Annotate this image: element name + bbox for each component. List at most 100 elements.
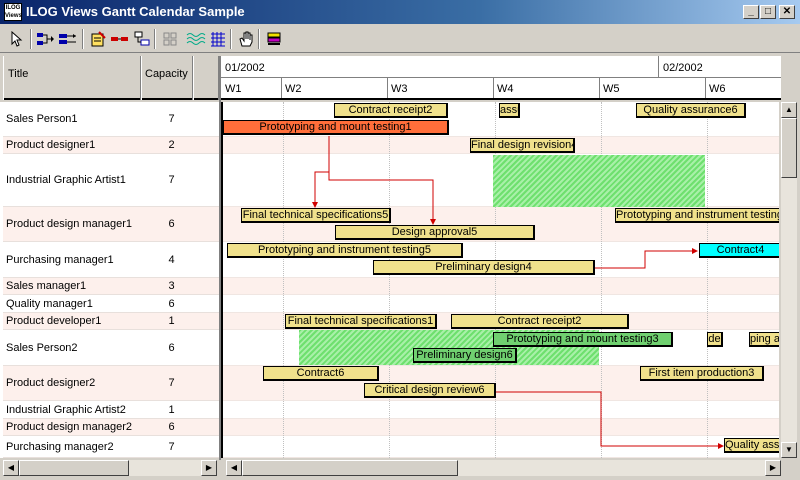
table-row[interactable]: Product developer1 1 — [3, 313, 219, 330]
row-title: Sales Person1 — [6, 113, 78, 125]
table-row[interactable]: Product designer2 7 — [3, 366, 219, 401]
table-row[interactable]: Purchasing manager1 4 — [3, 242, 219, 278]
activity-bar[interactable]: Preliminary design4 — [373, 260, 595, 275]
row-capacity: 7 — [168, 377, 175, 389]
unlink-icon[interactable] — [56, 28, 80, 50]
scroll-down-button[interactable]: ▼ — [781, 442, 797, 458]
tree-icon[interactable] — [130, 28, 154, 50]
gantt-horizontal-scrollbar[interactable]: ◀ ▶ — [226, 460, 781, 476]
select-arrow-icon[interactable] — [4, 28, 28, 50]
scroll-up-button[interactable]: ▲ — [781, 102, 797, 118]
activity-bar[interactable]: Final design revision4 — [470, 138, 575, 153]
row-icon[interactable] — [108, 28, 132, 50]
table-row[interactable]: Industrial Graphic Artist2 1 — [3, 401, 219, 419]
activity-bar[interactable]: Quality assu — [724, 438, 779, 453]
row-capacity: 6 — [168, 421, 175, 433]
table-row[interactable]: Sales Person2 6 — [3, 330, 219, 366]
activity-bar[interactable]: Contract6 — [263, 366, 379, 381]
toolbar-separator — [154, 29, 156, 49]
wave-icon[interactable] — [184, 28, 208, 50]
activity-bar[interactable]: First item production3 — [640, 366, 764, 381]
row-title: Product design manager2 — [6, 421, 132, 433]
scroll-right-button[interactable]: ▶ — [201, 460, 217, 476]
row-capacity: 7 — [168, 174, 175, 186]
row-title: Purchasing manager2 — [6, 441, 114, 453]
activity-bar[interactable]: assu — [499, 103, 520, 118]
vertical-scrollbar[interactable]: ▲ ▼ — [781, 102, 797, 458]
week-divider — [281, 78, 282, 98]
activity-bar[interactable]: Contract receipt2 — [334, 103, 448, 118]
table-row[interactable]: Product design manager1 6 — [3, 207, 219, 242]
toolbar — [0, 25, 800, 53]
activity-bar[interactable]: Preliminary design6 — [413, 348, 517, 363]
toolbar-separator — [30, 29, 32, 49]
row-capacity: 4 — [168, 254, 175, 266]
activity-bar[interactable]: ping an — [749, 332, 779, 347]
row-title: Purchasing manager1 — [6, 254, 114, 266]
scroll-thumb[interactable] — [242, 460, 458, 476]
activity-bar[interactable]: Final technical specifications5 — [241, 208, 391, 223]
title-bar[interactable]: ILOG Views ILOG Views Gantt Calendar Sam… — [0, 0, 800, 24]
row-title: Sales Person2 — [6, 342, 78, 354]
week-divider — [705, 78, 706, 98]
activity-bar[interactable]: Quality assurance6 — [636, 103, 746, 118]
table-row[interactable]: Product design manager2 6 — [3, 419, 219, 436]
month-divider — [658, 56, 659, 78]
link-icon[interactable] — [34, 28, 58, 50]
activity-bar[interactable]: Final technical specifications1 — [285, 314, 437, 329]
month-label: 02/2002 — [663, 62, 703, 74]
scroll-left-button[interactable]: ◀ — [226, 460, 242, 476]
close-button[interactable]: ✕ — [779, 5, 795, 19]
row-capacity: 6 — [168, 298, 175, 310]
row-title: Industrial Graphic Artist1 — [6, 174, 126, 186]
activity-bar[interactable]: de — [707, 332, 723, 347]
table-row[interactable]: Quality manager1 6 — [3, 295, 219, 313]
week-label: W5 — [603, 83, 620, 95]
activity-bar[interactable]: Critical design review6 — [364, 383, 496, 398]
minimize-button[interactable]: _ — [743, 5, 759, 19]
week-divider — [493, 78, 494, 98]
activity-bar[interactable]: Prototyping and instrument testing5 — [227, 243, 463, 258]
activity-bar[interactable]: Contract4 — [699, 243, 779, 258]
week-label: W3 — [391, 83, 408, 95]
table-row[interactable]: Product designer1 2 — [3, 137, 219, 154]
header-capacity[interactable]: Capacity — [141, 56, 193, 100]
table-row[interactable]: Sales manager1 3 — [3, 278, 219, 295]
constraint-links — [312, 136, 724, 449]
activity-bar[interactable]: Contract receipt2 — [451, 314, 629, 329]
activity-bar[interactable]: Prototyping and mount testing3 — [493, 332, 673, 347]
grid-icon[interactable] — [158, 28, 182, 50]
maximize-button[interactable]: □ — [760, 5, 776, 19]
row-title: Product design manager1 — [6, 218, 132, 230]
scroll-right-button[interactable]: ▶ — [765, 460, 781, 476]
activity-bar[interactable]: Design approval5 — [335, 225, 535, 240]
scroll-thumb[interactable] — [781, 118, 797, 178]
month-label: 01/2002 — [225, 62, 265, 74]
window-title: ILOG Views Gantt Calendar Sample — [26, 4, 245, 19]
row-capacity: 3 — [168, 280, 175, 292]
activity-bar[interactable]: Prototyping and instrument testing — [615, 208, 779, 223]
table-icon[interactable] — [206, 28, 230, 50]
scroll-left-button[interactable]: ◀ — [3, 460, 19, 476]
row-capacity: 2 — [168, 139, 175, 151]
table-row[interactable]: Industrial Graphic Artist1 7 — [3, 154, 219, 207]
week-label: W2 — [285, 83, 302, 95]
row-capacity: 1 — [168, 404, 175, 416]
toolbar-separator — [258, 29, 260, 49]
color-icon[interactable] — [262, 28, 286, 50]
row-title: Product designer2 — [6, 377, 96, 389]
header-title[interactable]: Title — [3, 56, 141, 100]
toolbar-separator — [82, 29, 84, 49]
gantt-chart[interactable]: Contract receipt2 assu Quality assurance… — [221, 102, 779, 458]
row-title: Industrial Graphic Artist2 — [6, 404, 126, 416]
edit-icon[interactable] — [86, 28, 110, 50]
week-label: W6 — [709, 83, 726, 95]
activity-bar[interactable]: Prototyping and mount testing1 — [223, 120, 449, 135]
hand-icon[interactable] — [234, 28, 258, 50]
header-empty — [193, 56, 219, 100]
table-row[interactable]: Purchasing manager2 7 — [3, 436, 219, 458]
table-horizontal-scrollbar[interactable]: ◀ ▶ — [3, 460, 217, 476]
table-row[interactable]: Sales Person1 7 — [3, 102, 219, 137]
link-line — [312, 136, 330, 208]
scroll-thumb[interactable] — [19, 460, 129, 476]
